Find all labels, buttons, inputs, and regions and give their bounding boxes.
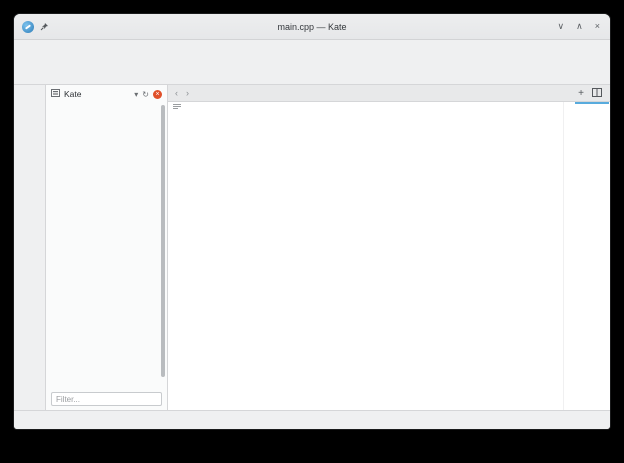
menu-bar	[14, 40, 610, 59]
breadcrumb-menu-icon[interactable]	[173, 103, 181, 112]
left-sidebar-strip	[14, 85, 46, 410]
minimap-scrollbar[interactable]	[563, 102, 610, 410]
tree-scrollbar[interactable]	[161, 105, 165, 377]
new-tab-button[interactable]: +	[578, 88, 584, 99]
project-panel: Kate ▾ ↻ ×	[46, 85, 168, 410]
screenshot-stage: main.cpp — Kate ∨ ∧ × Kate ▾ ↻ × Filter.…	[0, 0, 624, 463]
maximize-icon[interactable]: ∧	[576, 21, 583, 32]
project-close-icon[interactable]: ×	[153, 89, 162, 99]
project-reload-icon[interactable]: ↻	[142, 90, 149, 99]
editor	[168, 102, 563, 410]
close-icon[interactable]: ×	[595, 21, 600, 32]
kate-app-icon	[22, 20, 34, 33]
tree-filter-input[interactable]	[51, 392, 162, 406]
nav-forward-icon[interactable]: ›	[186, 88, 189, 98]
minimize-icon[interactable]: ∨	[558, 21, 565, 32]
window-title: main.cpp — Kate	[277, 21, 347, 32]
breadcrumb	[168, 102, 563, 113]
titlebar[interactable]: main.cpp — Kate ∨ ∧ ×	[14, 14, 610, 40]
status-bar	[14, 410, 610, 429]
tab-bar: ‹ › +	[168, 85, 610, 102]
nav-back-icon[interactable]: ‹	[175, 88, 178, 98]
minimap-viewport[interactable]	[575, 102, 609, 104]
window-controls: ∨ ∧ ×	[558, 21, 610, 32]
kate-window: main.cpp — Kate ∨ ∧ × Kate ▾ ↻ × Filter.…	[14, 14, 610, 429]
code-view[interactable]	[168, 113, 563, 410]
minimap-marks	[577, 104, 609, 404]
project-tree	[46, 103, 167, 389]
toolbar	[14, 59, 610, 85]
split-view-icon[interactable]	[592, 84, 602, 102]
project-panel-icon	[51, 89, 60, 99]
project-selector[interactable]: Kate	[64, 89, 82, 99]
project-panel-header: Kate ▾ ↻ ×	[46, 85, 167, 103]
project-dropdown-icon[interactable]: ▾	[134, 90, 138, 99]
